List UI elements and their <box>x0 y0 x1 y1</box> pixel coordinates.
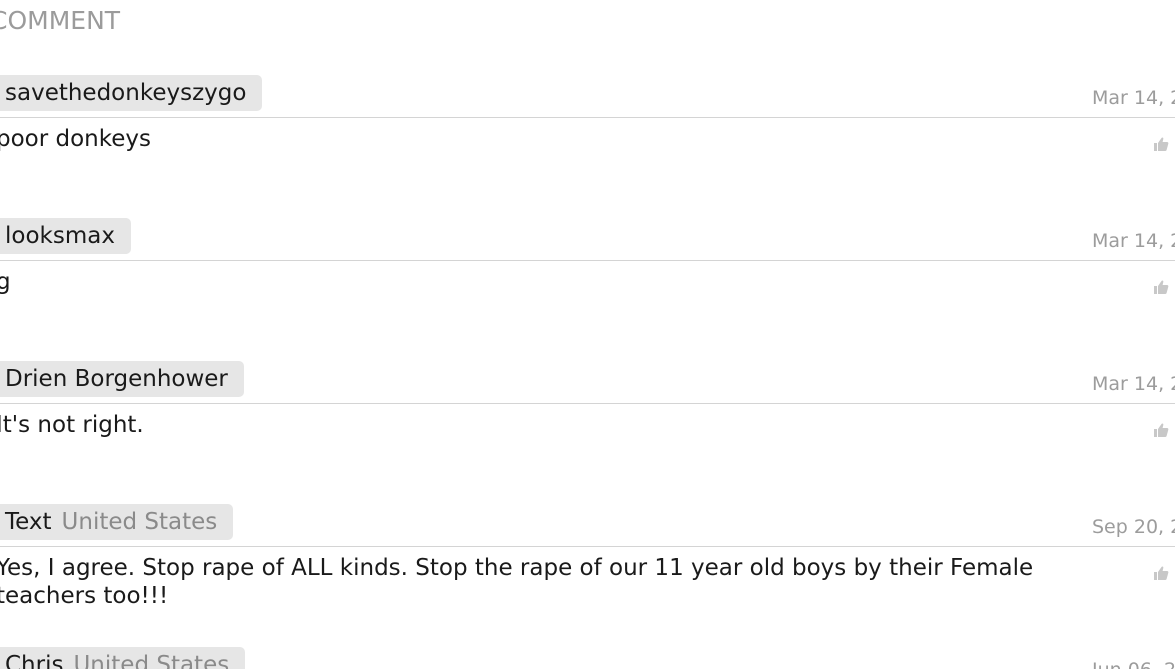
author-country: United States <box>61 509 218 535</box>
thumbs-up-icon[interactable] <box>1153 422 1169 438</box>
section-title: COMMENT <box>0 6 121 35</box>
comment-date: Mar 14, 2 <box>1092 373 1175 395</box>
comment-author[interactable]: looksmax <box>0 218 131 254</box>
author-name: Drien Borgenhower <box>5 366 228 392</box>
comment-date: Mar 14, 2 <box>1092 230 1175 252</box>
comment-author[interactable]: Chris United States <box>0 647 246 669</box>
comment-divider <box>0 260 1175 261</box>
comment-divider <box>0 403 1175 404</box>
author-name: Text <box>5 509 52 535</box>
comment-text: It's not right. <box>0 412 144 438</box>
comment-text: Yes, I agree. Stop rape of ALL kinds. St… <box>0 555 1034 609</box>
comment-divider <box>0 117 1175 118</box>
comment-author[interactable]: Text United States <box>0 504 234 540</box>
comment-author[interactable]: Drien Borgenhower <box>0 361 244 397</box>
comments-page: COMMENT savethedonkeyszygo Mar 14, 2 poo… <box>0 0 1175 669</box>
thumbs-up-icon[interactable] <box>1153 136 1169 152</box>
comment-date: Jun 06, 2 <box>1092 659 1175 669</box>
author-country: United States <box>73 652 230 669</box>
comment-text: g <box>0 269 11 295</box>
thumbs-up-icon[interactable] <box>1153 279 1169 295</box>
comment-date: Mar 14, 2 <box>1092 87 1175 109</box>
author-name: savethedonkeyszygo <box>5 80 247 106</box>
comment-author[interactable]: savethedonkeyszygo <box>0 75 263 111</box>
author-name: looksmax <box>5 223 115 249</box>
author-name: Chris <box>5 652 64 669</box>
comment-divider <box>0 546 1175 547</box>
thumbs-up-icon[interactable] <box>1153 565 1169 581</box>
comment-date: Sep 20, 2 <box>1092 516 1175 538</box>
comment-text: poor donkeys <box>0 126 152 152</box>
